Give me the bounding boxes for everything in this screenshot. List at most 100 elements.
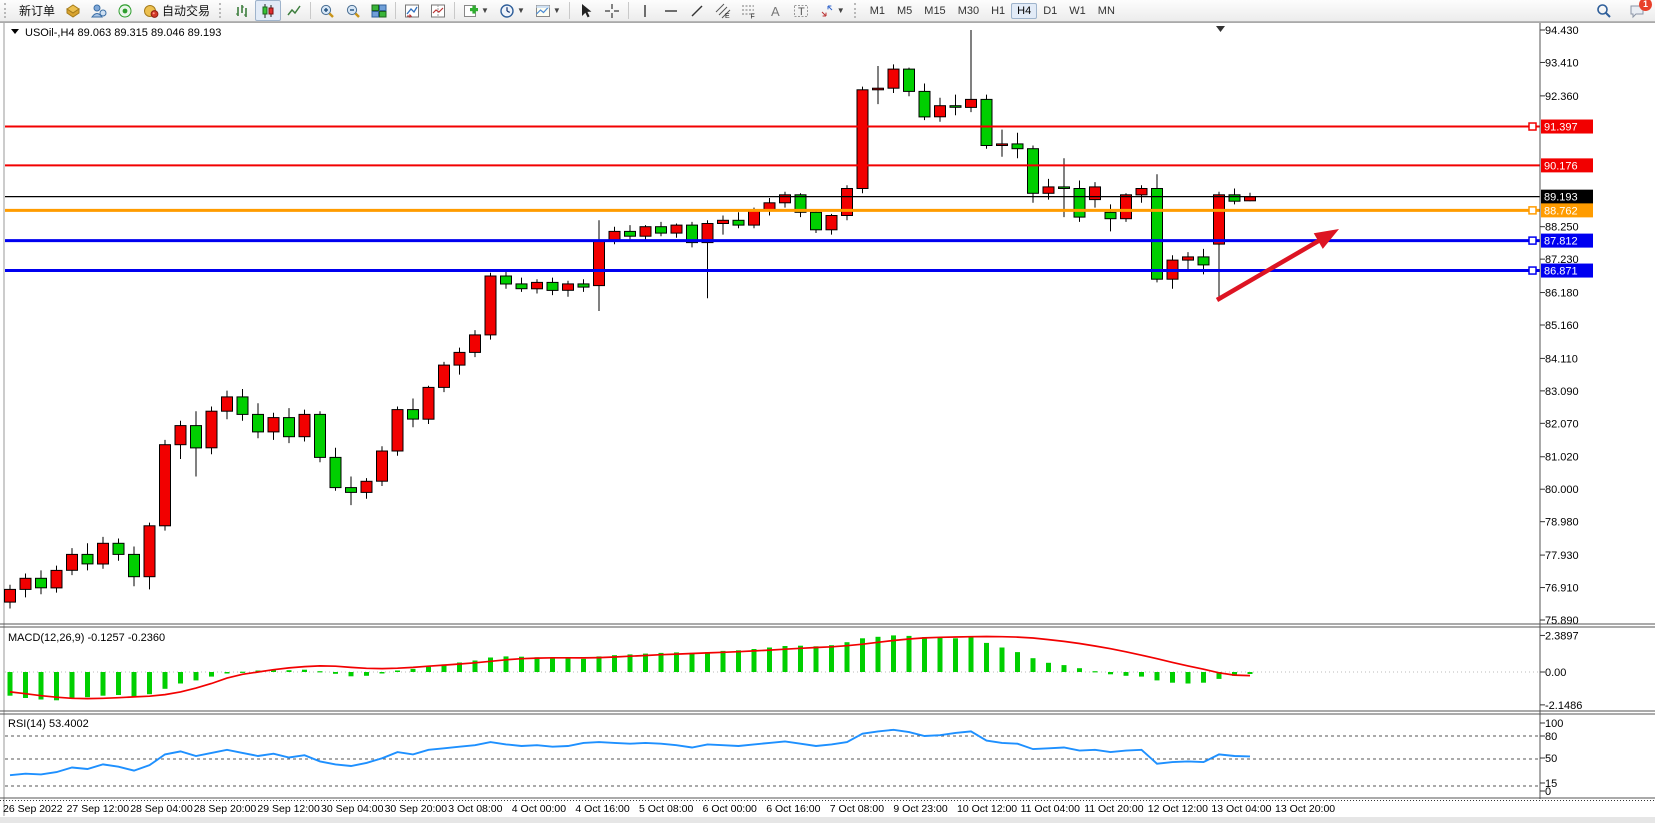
macd-bar xyxy=(829,645,834,672)
candle xyxy=(516,284,527,289)
macd-bar xyxy=(194,672,199,680)
candle xyxy=(1183,257,1194,260)
date-tick: 12 Oct 12:00 xyxy=(1148,803,1208,815)
trendline-tool[interactable] xyxy=(684,0,710,21)
date-tick: 4 Oct 00:00 xyxy=(512,803,566,815)
hline-handle[interactable] xyxy=(1529,267,1536,274)
text-tool[interactable]: A xyxy=(762,0,788,21)
price-tick: 92.360 xyxy=(1545,91,1579,103)
date-tick: 13 Oct 20:00 xyxy=(1275,803,1335,815)
fibonacci-tool[interactable]: F xyxy=(736,0,762,21)
macd-bar xyxy=(1201,672,1206,683)
macd-bar xyxy=(798,646,803,672)
indicator-window-button[interactable] xyxy=(399,0,425,21)
candlestick-chart-button[interactable] xyxy=(255,0,281,21)
cursor-tool-button[interactable] xyxy=(573,0,599,21)
macd-bar xyxy=(1062,665,1067,672)
tab-timeframe-m15[interactable]: M15 xyxy=(918,3,951,19)
tab-timeframe-d1[interactable]: D1 xyxy=(1037,3,1063,19)
horizontal-line-tool[interactable] xyxy=(658,0,684,21)
signals-icon[interactable] xyxy=(112,0,138,21)
arrows-tool[interactable]: ▼ xyxy=(814,0,850,21)
period-separators-button[interactable] xyxy=(425,0,451,21)
toolbar: 新订单 自动交易 xyxy=(0,0,1655,22)
gold-package-icon[interactable] xyxy=(60,0,86,21)
tab-timeframe-w1[interactable]: W1 xyxy=(1063,3,1092,19)
chevron-down-icon: ▼ xyxy=(837,6,845,15)
macd-bar xyxy=(333,672,338,674)
candle xyxy=(175,426,186,445)
separator xyxy=(310,2,311,19)
tab-timeframe-m30[interactable]: M30 xyxy=(952,3,985,19)
zoom-out-button[interactable] xyxy=(340,0,366,21)
candle xyxy=(299,414,310,436)
macd-bar xyxy=(147,672,152,694)
candle xyxy=(346,488,357,493)
date-tick: 11 Oct 20:00 xyxy=(1084,803,1144,815)
separator xyxy=(395,2,396,19)
text-label-tool[interactable]: T xyxy=(788,0,814,21)
date-tick: 6 Oct 16:00 xyxy=(766,803,820,815)
macd-bar xyxy=(349,672,354,676)
candle xyxy=(578,284,589,287)
tab-timeframe-h1[interactable]: H1 xyxy=(985,3,1011,19)
macd-bar xyxy=(1046,663,1051,672)
hline-handle[interactable] xyxy=(1529,237,1536,244)
macd-bar xyxy=(705,652,710,672)
notifications-button[interactable]: 1 xyxy=(1629,3,1645,19)
search-button[interactable] xyxy=(1591,0,1617,21)
macd-bar xyxy=(287,670,292,672)
candle xyxy=(625,231,636,236)
zoom-in-button[interactable] xyxy=(314,0,340,21)
candle xyxy=(191,426,202,448)
candle xyxy=(67,554,78,570)
price-label: 87.812 xyxy=(1544,236,1578,248)
macd-bar xyxy=(132,672,137,697)
macd-bar xyxy=(922,637,927,672)
vertical-line-tool[interactable] xyxy=(632,0,658,21)
chart-area[interactable]: USOil-,H4 89.063 89.315 89.046 89.19394.… xyxy=(0,0,1655,823)
separator xyxy=(569,2,570,19)
line-chart-button[interactable] xyxy=(281,0,307,21)
price-tick: 75.890 xyxy=(1545,615,1579,627)
crosshair-tool-button[interactable] xyxy=(599,0,625,21)
bar-chart-button[interactable] xyxy=(229,0,255,21)
candle xyxy=(1229,195,1240,201)
macd-bar xyxy=(85,672,90,697)
candle xyxy=(485,276,496,335)
tab-timeframe-h4[interactable]: H4 xyxy=(1011,3,1037,19)
new-order-button[interactable]: 新订单 xyxy=(14,0,60,21)
hline-handle[interactable] xyxy=(1529,123,1536,130)
macd-bar xyxy=(1139,672,1144,677)
period-button[interactable]: ▼ xyxy=(494,0,530,21)
macd-bar xyxy=(752,649,757,672)
candle xyxy=(749,211,760,225)
tile-windows-button[interactable] xyxy=(366,0,392,21)
candle xyxy=(129,554,140,576)
macd-bar xyxy=(1031,658,1036,672)
tab-timeframe-mn[interactable]: MN xyxy=(1092,3,1121,19)
template-button[interactable]: ▼ xyxy=(530,0,566,21)
price-tick: 78.980 xyxy=(1545,517,1579,529)
macd-bar xyxy=(566,659,571,673)
notification-badge: 1 xyxy=(1639,0,1652,11)
candle xyxy=(470,335,481,353)
date-tick: 30 Sep 20:00 xyxy=(385,803,448,815)
candle xyxy=(888,69,899,88)
candle xyxy=(671,225,682,233)
auto-trading-button[interactable]: 自动交易 xyxy=(138,0,215,21)
channel-tool[interactable]: E xyxy=(710,0,736,21)
macd-bar xyxy=(814,646,819,672)
date-tick: 29 Sep 12:00 xyxy=(257,803,320,815)
candle xyxy=(811,212,822,230)
macd-bar xyxy=(1155,672,1160,680)
tab-timeframe-m1[interactable]: M1 xyxy=(864,3,891,19)
hline-handle[interactable] xyxy=(1529,207,1536,214)
macd-bar xyxy=(116,672,121,695)
market-watch-icon[interactable] xyxy=(86,0,112,21)
candle xyxy=(1198,257,1209,265)
tab-timeframe-m5[interactable]: M5 xyxy=(891,3,918,19)
add-indicator-button[interactable]: ▼ xyxy=(458,0,494,21)
candle xyxy=(1074,189,1085,218)
candle xyxy=(408,410,419,420)
